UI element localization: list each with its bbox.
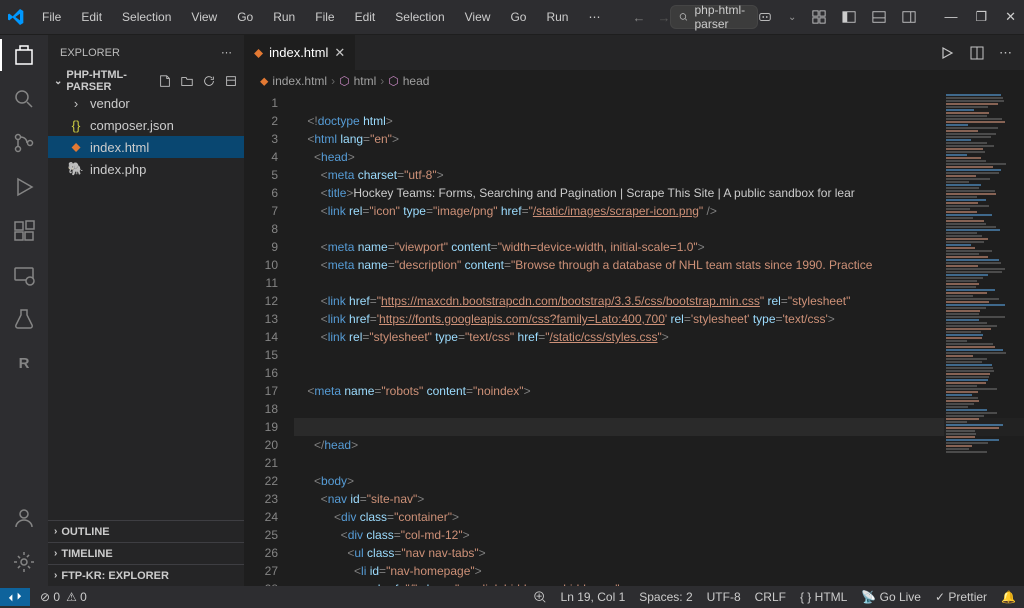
layout-panel-icon[interactable]	[872, 10, 886, 24]
menu-go[interactable]: Go	[502, 6, 534, 28]
layout-sidebar-right-icon[interactable]	[902, 10, 916, 24]
tree-item-index-php[interactable]: 🐘index.php	[48, 158, 244, 180]
new-folder-icon[interactable]	[180, 74, 194, 88]
chevron-down-icon: ⌄	[54, 76, 62, 87]
new-file-icon[interactable]	[158, 74, 172, 88]
status-warnings[interactable]: ⚠ 0	[66, 590, 87, 604]
sidebar-more-icon[interactable]: ⋯	[221, 46, 232, 59]
status-language[interactable]: { } HTML	[800, 590, 847, 604]
vscode-icon	[8, 9, 24, 25]
activity-remote[interactable]	[12, 263, 36, 287]
tree-item-index-html[interactable]: ⬥index.html	[48, 136, 244, 158]
sidebar-title: EXPLORER	[60, 47, 120, 59]
status-spaces[interactable]: Spaces: 2	[639, 590, 692, 604]
menu-run[interactable]: Run	[265, 6, 303, 28]
activity-account[interactable]	[12, 506, 36, 530]
folder-name: PHP-HTML-PARSER	[66, 69, 154, 93]
split-icon[interactable]	[969, 45, 985, 61]
activity-explorer[interactable]	[12, 43, 36, 67]
status-bell-icon[interactable]: 🔔	[1001, 590, 1016, 604]
copilot-icon[interactable]	[758, 10, 772, 24]
activity-extensions[interactable]	[12, 219, 36, 243]
command-search[interactable]: php-html-parser	[670, 5, 758, 29]
section-ftp-kr--explorer[interactable]: ›FTP-KR: EXPLORER	[48, 564, 244, 586]
menu-view[interactable]: View	[457, 6, 499, 28]
collapse-icon[interactable]	[224, 74, 238, 88]
status-prettier[interactable]: ✓ Prettier	[935, 590, 987, 604]
close-icon[interactable]: ✕	[1005, 9, 1016, 25]
activity-debug[interactable]	[12, 175, 36, 199]
tab-label: index.html	[269, 45, 328, 60]
menu-selection[interactable]: Selection	[114, 6, 179, 28]
menu-more[interactable]: ⋯	[580, 6, 608, 28]
breadcrumb[interactable]: ⬥ index.html › ⬡ html › ⬡ head	[244, 70, 1024, 92]
refresh-icon[interactable]	[202, 74, 216, 88]
nav-forward-icon[interactable]: →	[657, 10, 670, 25]
nav-back-icon[interactable]: ←	[632, 10, 645, 25]
editor[interactable]: 1234567891011121314151617181920212223242…	[244, 92, 1024, 586]
run-icon[interactable]	[939, 45, 955, 61]
menu-view[interactable]: View	[183, 6, 225, 28]
activity-r[interactable]: R	[12, 351, 36, 375]
status-golive[interactable]: 📡 Go Live	[861, 590, 921, 604]
section-timeline[interactable]: ›TIMELINE	[48, 542, 244, 564]
editor-more-icon[interactable]: ⋯	[999, 45, 1012, 61]
search-text: php-html-parser	[694, 3, 749, 31]
zoom-icon[interactable]	[533, 590, 547, 604]
tab-index-html[interactable]: ⬥ index.html ✕	[244, 35, 356, 70]
menu-selection[interactable]: Selection	[387, 6, 452, 28]
layout-grid-icon[interactable]	[812, 10, 826, 24]
activity-scm[interactable]	[12, 131, 36, 155]
tab-close-icon[interactable]: ✕	[334, 45, 345, 61]
activity-testing[interactable]	[12, 307, 36, 331]
search-icon	[679, 10, 688, 24]
section-outline[interactable]: ›OUTLINE	[48, 520, 244, 542]
menu-file[interactable]: File	[307, 6, 342, 28]
minimap[interactable]	[944, 92, 1024, 586]
menu-go[interactable]: Go	[229, 6, 261, 28]
menu-file[interactable]: File	[34, 6, 69, 28]
minimize-icon[interactable]: —	[944, 9, 957, 25]
folder-header[interactable]: ⌄ PHP-HTML-PARSER	[48, 70, 244, 92]
tree-item-composer-json[interactable]: {}composer.json	[48, 114, 244, 136]
menu-edit[interactable]: Edit	[73, 6, 110, 28]
layout-sidebar-left-icon[interactable]	[842, 10, 856, 24]
activity-settings[interactable]	[12, 550, 36, 574]
menu-edit[interactable]: Edit	[347, 6, 384, 28]
status-position[interactable]: Ln 19, Col 1	[561, 590, 626, 604]
maximize-icon[interactable]: ❐	[975, 9, 987, 25]
status-encoding[interactable]: UTF-8	[707, 590, 741, 604]
tree-item-vendor[interactable]: ›vendor	[48, 92, 244, 114]
copilot-chevron[interactable]: ⌄	[788, 12, 796, 23]
status-errors[interactable]: ⊘ 0	[40, 590, 60, 604]
activity-search[interactable]	[12, 87, 36, 111]
remote-indicator[interactable]	[0, 588, 30, 606]
status-eol[interactable]: CRLF	[755, 590, 786, 604]
menu-run[interactable]: Run	[538, 6, 576, 28]
